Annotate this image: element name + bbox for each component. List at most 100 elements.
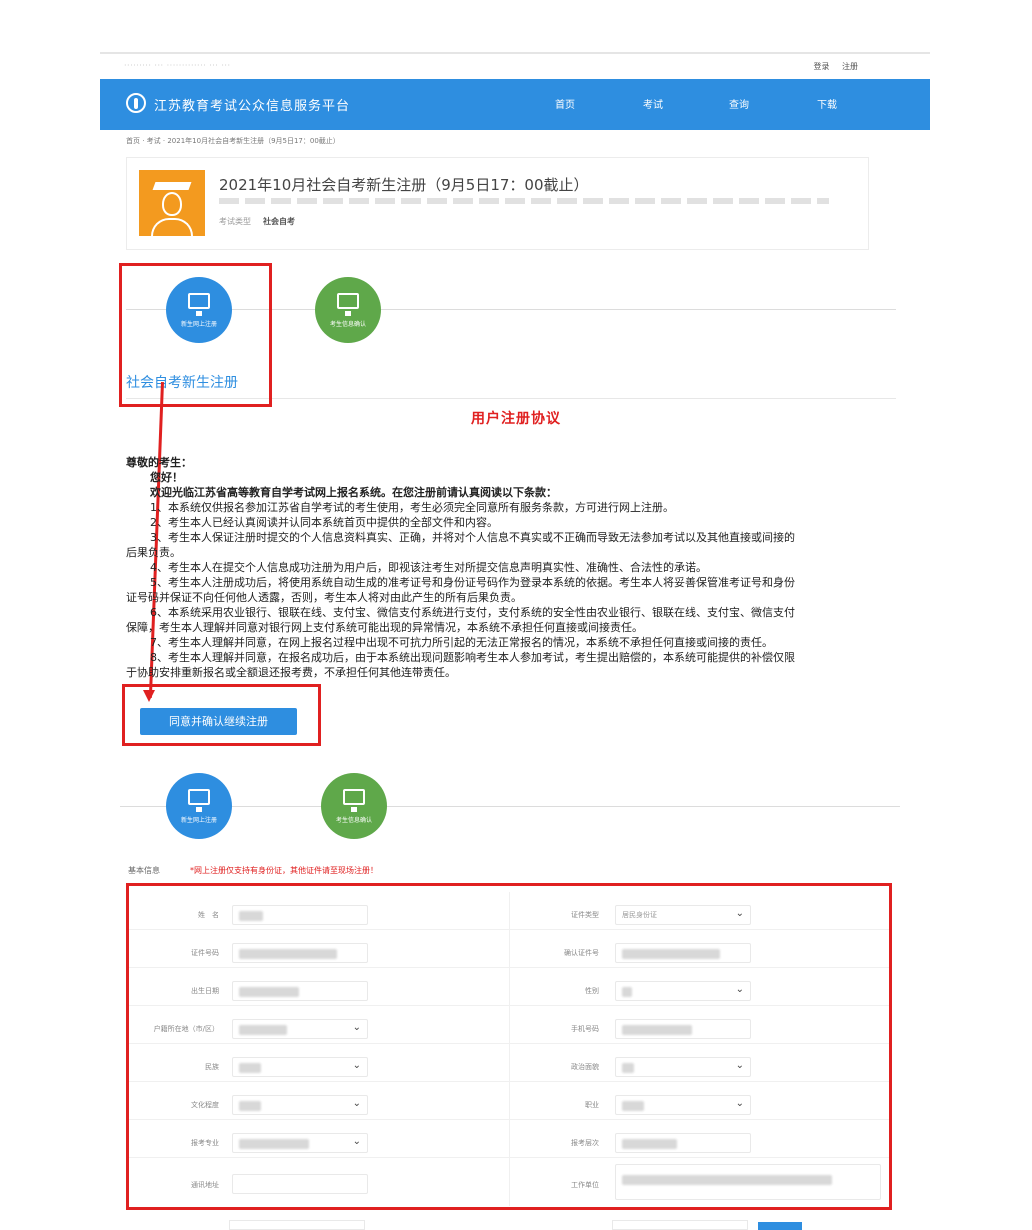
monitor-icon bbox=[337, 293, 359, 316]
education-select[interactable]: ⌄ bbox=[232, 1095, 368, 1115]
level-label: 报考层次 bbox=[571, 1139, 599, 1147]
birth-date-label: 出生日期 bbox=[191, 987, 219, 995]
political-status-label: 政治面貌 bbox=[571, 1063, 599, 1071]
nav-query[interactable]: 查询 bbox=[729, 96, 749, 111]
id-number-field[interactable] bbox=[232, 943, 368, 963]
verify-button[interactable] bbox=[758, 1222, 802, 1230]
steps-track-2 bbox=[120, 806, 900, 807]
level-field[interactable] bbox=[615, 1133, 751, 1153]
agreement-hello: 您好！ bbox=[150, 471, 183, 484]
agreement-text: 尊敬的考生： 您好！ 欢迎光临江苏省高等教育自学考试网上报名系统。在您注册前请认… bbox=[126, 455, 870, 680]
step-confirm-2[interactable]: 考生信息确认 bbox=[321, 773, 387, 839]
form-row: 报考专业 ⌄ 报考层次 bbox=[129, 1120, 889, 1158]
agree-continue-button[interactable]: 同意并确认继续注册 bbox=[140, 708, 297, 735]
confirm-id-label: 确认证件号 bbox=[564, 949, 599, 957]
agreement-item: 7、考生本人理解并同意，在网上报名过程中出现不可抗力所引起的无法正常报名的情况，… bbox=[150, 636, 773, 649]
id-type-value: 居民身份证 bbox=[622, 911, 657, 919]
occupation-label: 职业 bbox=[585, 1101, 599, 1109]
form-row: 出生日期 性别 ⌄ bbox=[129, 968, 889, 1006]
exam-description bbox=[219, 198, 829, 204]
household-label: 户籍所在地（市/区） bbox=[153, 1025, 219, 1033]
major-label: 报考专业 bbox=[191, 1139, 219, 1147]
birth-date-field[interactable] bbox=[232, 981, 368, 1001]
extra-field[interactable] bbox=[229, 1220, 365, 1230]
form-row: 姓 名 证件类型 居民身份证 ⌄ bbox=[129, 892, 889, 930]
chevron-down-icon: ⌄ bbox=[352, 1136, 361, 1147]
chevron-down-icon: ⌄ bbox=[735, 908, 744, 919]
site-title[interactable]: 江苏教育考试公众信息服务平台 bbox=[154, 95, 350, 114]
step-confirm-label-2: 考生信息确认 bbox=[335, 817, 372, 824]
form-row: 户籍所在地（市/区） ⌄ 手机号码 bbox=[129, 1006, 889, 1044]
chevron-down-icon: ⌄ bbox=[735, 1060, 744, 1071]
address-field[interactable] bbox=[232, 1174, 368, 1194]
form-row: 证件号码 确认证件号 bbox=[129, 930, 889, 968]
agreement-item: 3、考生本人保证注册时提交的个人信息资料真实、正确，并将对个人信息不真实或不正确… bbox=[150, 531, 795, 544]
nav-download[interactable]: 下载 bbox=[817, 96, 837, 111]
chevron-down-icon: ⌄ bbox=[352, 1060, 361, 1071]
graduate-avatar-icon bbox=[139, 170, 205, 236]
agreement-title: 用户注册协议 bbox=[471, 411, 561, 427]
employer-field[interactable] bbox=[615, 1164, 881, 1200]
political-status-select[interactable]: ⌄ bbox=[615, 1057, 751, 1077]
form-section-note: *网上注册仅支持有身份证，其他证件请至现场注册！ bbox=[190, 866, 378, 875]
gender-label: 性别 bbox=[585, 987, 599, 995]
agreement-item: 8、考生本人理解并同意，在报名成功后，由于本系统出现问题影响考生本人参加考试，考… bbox=[150, 651, 795, 664]
form-row: 民族 ⌄ 政治面貌 ⌄ bbox=[129, 1044, 889, 1082]
agreement-item: 后果负责。 bbox=[126, 546, 181, 559]
top-bar: ········· ··· ············· ··· ··· 登录 注… bbox=[100, 58, 930, 76]
gender-select[interactable]: ⌄ bbox=[615, 981, 751, 1001]
confirm-id-field[interactable] bbox=[615, 943, 751, 963]
exam-title: 2021年10月社会自考新生注册（9月5日17：00截止） bbox=[219, 176, 589, 194]
monitor-icon bbox=[188, 789, 210, 812]
chevron-down-icon: ⌄ bbox=[352, 1098, 361, 1109]
education-label: 文化程度 bbox=[191, 1101, 219, 1109]
form-bottom-row bbox=[126, 1216, 892, 1230]
agreement-item: 1、本系统仅供报名参加江苏省自学考试的考生使用，考生必须完全同意所有服务条款，方… bbox=[150, 501, 674, 514]
nav-exam[interactable]: 考试 bbox=[643, 96, 663, 111]
agreement-item: 4、考生本人在提交个人信息成功注册为用户后，即视该注考生对所提交信息声明真实性、… bbox=[150, 561, 707, 574]
ethnicity-label: 民族 bbox=[205, 1063, 219, 1071]
major-select[interactable]: ⌄ bbox=[232, 1133, 368, 1153]
exam-type-label: 考试类型 bbox=[219, 217, 251, 226]
site-logo-icon[interactable] bbox=[126, 93, 146, 113]
ethnicity-select[interactable]: ⌄ bbox=[232, 1057, 368, 1077]
name-label: 姓 名 bbox=[198, 911, 219, 919]
nav-home[interactable]: 首页 bbox=[555, 96, 575, 111]
id-type-select[interactable]: 居民身份证 ⌄ bbox=[615, 905, 751, 925]
chevron-down-icon: ⌄ bbox=[352, 1022, 361, 1033]
agreement-item: 证号码并保证不向任何他人透露，否则，考生本人将对由此产生的所有后果负责。 bbox=[126, 591, 522, 604]
extra-field-2[interactable] bbox=[612, 1220, 748, 1230]
monitor-icon bbox=[343, 789, 365, 812]
form-section-label: 基本信息 bbox=[128, 866, 160, 875]
agreement-item: 2、考生本人已经认真阅读并认同本系统首页中提供的全部文件和内容。 bbox=[150, 516, 498, 529]
agreement-greeting: 尊敬的考生： bbox=[126, 456, 192, 469]
exam-type-value: 社会自考 bbox=[263, 217, 295, 226]
agreement-item: 5、考生本人注册成功后，将使用系统自动生成的准考证号和身份证号码作为登录本系统的… bbox=[150, 576, 795, 589]
chevron-down-icon: ⌄ bbox=[735, 984, 744, 995]
form-row: 文化程度 ⌄ 职业 ⌄ bbox=[129, 1082, 889, 1120]
employer-label: 工作单位 bbox=[571, 1181, 599, 1189]
household-select[interactable]: ⌄ bbox=[232, 1019, 368, 1039]
exam-meta: 考试类型 社会自考 bbox=[219, 216, 295, 227]
register-link[interactable]: 注册 bbox=[842, 62, 858, 71]
occupation-select[interactable]: ⌄ bbox=[615, 1095, 751, 1115]
id-number-label: 证件号码 bbox=[191, 949, 219, 957]
form-row: 通讯地址 工作单位 bbox=[129, 1158, 889, 1206]
step-register-2[interactable]: 新生网上注册 bbox=[166, 773, 232, 839]
name-field[interactable] bbox=[232, 905, 368, 925]
agreement-item: 6、本系统采用农业银行、银联在线、支付宝、微信支付系统进行支付，支付系统的安全性… bbox=[150, 606, 795, 619]
exam-card: 2021年10月社会自考新生注册（9月5日17：00截止） 考试类型 社会自考 bbox=[126, 157, 869, 250]
id-type-label: 证件类型 bbox=[571, 911, 599, 919]
breadcrumb[interactable]: 首页 · 考试 · 2021年10月社会自考新生注册（9月5日17：00截止） bbox=[126, 136, 340, 146]
site-header: 江苏教育考试公众信息服务平台 首页 考试 查询 下载 bbox=[100, 79, 930, 130]
chevron-down-icon: ⌄ bbox=[735, 1098, 744, 1109]
step-register-label-2: 新生网上注册 bbox=[180, 817, 217, 824]
step-confirm-label: 考生信息确认 bbox=[329, 321, 366, 328]
registration-form: 姓 名 证件类型 居民身份证 ⌄ 证件号码 确认证件号 出生日期 性别 ⌄ 户籍所… bbox=[126, 883, 892, 1210]
address-label: 通讯地址 bbox=[191, 1181, 219, 1189]
agreement-item: 保障，考生本人理解并同意对银行网上支付系统可能出现的异常情况，本系统不承担任何直… bbox=[126, 621, 643, 634]
step-confirm[interactable]: 考生信息确认 bbox=[315, 277, 381, 343]
login-link[interactable]: 登录 bbox=[813, 62, 829, 71]
phone-field[interactable] bbox=[615, 1019, 751, 1039]
top-links: 登录 注册 bbox=[803, 61, 858, 72]
